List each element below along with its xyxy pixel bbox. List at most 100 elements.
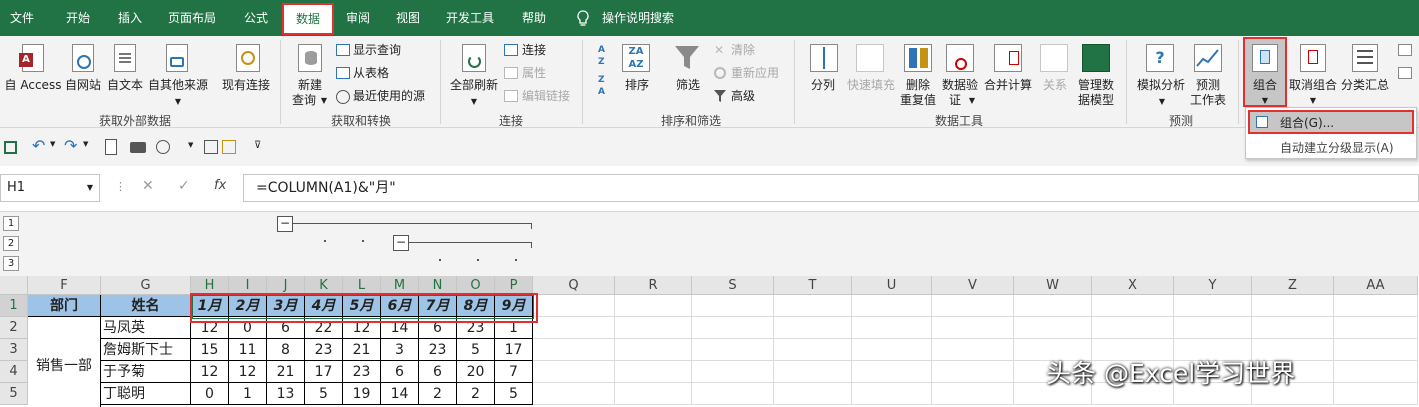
value-cell[interactable]: 0 [191,383,229,405]
tell-me-search[interactable]: 操作说明搜索 [602,0,674,36]
tab-help[interactable]: 帮助 [522,0,546,36]
value-cell[interactable]: 17 [305,361,343,383]
empty-cell[interactable] [932,339,1014,361]
empty-cell[interactable] [533,339,615,361]
empty-cell[interactable] [1334,317,1418,339]
empty-cell[interactable] [692,383,774,405]
redo-icon[interactable]: ↷ [64,136,77,155]
empty-cell[interactable] [1334,383,1418,405]
chevron-down-icon[interactable]: ▼ [318,93,330,108]
recent-sources-button[interactable]: 最近使用的源 [353,89,425,104]
tab-formulas[interactable]: 公式 [244,0,268,36]
name-cell[interactable]: 丁聪明 [101,383,191,405]
manage-data-model-button[interactable]: 管理数 [1074,78,1118,93]
empty-cell[interactable] [1334,361,1418,383]
tab-insert[interactable]: 插入 [118,0,142,36]
auto-outline-menu-item[interactable]: 自动建立分级显示(A) [1280,139,1394,156]
column-header-u[interactable]: U [852,276,932,295]
tab-home[interactable]: 开始 [66,0,90,36]
existing-connections-button[interactable]: 现有连接 [218,78,274,93]
column-header-f[interactable]: F [28,276,101,295]
cancel-icon[interactable]: ✕ [142,178,154,194]
value-cell[interactable]: 5 [495,383,533,405]
value-cell[interactable]: 2 [457,383,495,405]
text-to-columns-button[interactable]: 分列 [806,78,840,93]
camera-icon[interactable] [130,142,146,153]
empty-cell[interactable] [774,295,852,317]
name-box[interactable]: H1 ▼ [0,174,100,202]
value-cell[interactable]: 5 [305,383,343,405]
tab-file[interactable]: 文件 [10,0,34,36]
empty-cell[interactable] [615,339,692,361]
empty-cell[interactable] [692,339,774,361]
connections-button[interactable]: 连接 [522,43,546,58]
value-cell[interactable]: 21 [343,339,381,361]
header-dept-cell[interactable]: 部门 [28,295,101,317]
flash-fill-button[interactable]: 快速填充 [844,78,898,93]
empty-cell[interactable] [1252,295,1334,317]
outline-level-3[interactable]: 3 [3,256,19,271]
value-cell[interactable]: 5 [457,339,495,361]
value-cell[interactable]: 15 [191,339,229,361]
column-header-g[interactable]: G [101,276,191,295]
value-cell[interactable]: 1 [229,383,267,405]
name-cell[interactable]: 于予菊 [101,361,191,383]
tab-review[interactable]: 审阅 [346,0,370,36]
chevron-down-icon[interactable]: ▼ [50,140,55,148]
empty-cell[interactable] [1092,295,1174,317]
value-cell[interactable]: 23 [343,361,381,383]
dept-merged-cell[interactable]: 销售一部 [28,317,101,407]
empty-cell[interactable] [1334,339,1418,361]
value-cell[interactable]: 19 [343,383,381,405]
sort-button[interactable]: 排序 [620,78,654,93]
empty-cell[interactable] [1334,295,1418,317]
column-header-t[interactable]: T [774,276,852,295]
reapply-button[interactable]: 重新应用 [731,66,779,81]
column-header-z[interactable]: Z [1252,276,1334,295]
column-header-y[interactable]: Y [1174,276,1252,295]
chevron-down-icon[interactable]: ▼ [1306,93,1320,108]
empty-cell[interactable] [1092,317,1174,339]
chevron-down-icon[interactable]: ▼ [83,140,88,148]
empty-cell[interactable] [774,317,852,339]
filter-button[interactable]: 筛选 [668,78,708,93]
column-header-s[interactable]: S [692,276,774,295]
empty-cell[interactable] [1014,295,1092,317]
empty-cell[interactable] [692,295,774,317]
formula-input[interactable]: =COLUMN(A1)&"月" [243,174,1419,202]
value-cell[interactable]: 2 [419,383,457,405]
empty-cell[interactable] [852,339,932,361]
empty-cell[interactable] [852,295,932,317]
empty-cell[interactable] [533,317,615,339]
empty-cell[interactable] [533,361,615,383]
subtotal-button[interactable]: 分类汇总 [1338,78,1392,93]
from-text-button[interactable]: 自文本 [104,78,146,93]
row-header-2[interactable]: 2 [0,317,28,339]
value-cell[interactable]: 6 [419,361,457,383]
empty-cell[interactable] [774,383,852,405]
save-icon[interactable] [4,141,17,154]
value-cell[interactable]: 21 [267,361,305,383]
empty-cell[interactable] [932,295,1014,317]
pivot-chart-icon[interactable] [222,140,236,154]
empty-cell[interactable] [1252,317,1334,339]
empty-cell[interactable] [852,361,932,383]
advanced-button[interactable]: 高级 [731,89,755,104]
chevron-down-icon[interactable]: ▼ [966,93,978,108]
header-name-cell[interactable]: 姓名 [101,295,191,317]
name-cell[interactable]: 马凤英 [101,317,191,339]
value-cell[interactable]: 12 [229,361,267,383]
value-cell[interactable]: 23 [419,339,457,361]
enter-icon[interactable]: ✓ [178,178,190,194]
empty-cell[interactable] [692,361,774,383]
collapse-level1-button[interactable]: − [277,216,293,232]
outline-level-1[interactable]: 1 [3,216,19,231]
group-button[interactable]: 组合 [1245,78,1285,93]
print-preview-icon[interactable] [105,139,117,155]
tab-data[interactable]: 数据 [282,3,334,35]
tab-view[interactable]: 视图 [396,0,420,36]
empty-cell[interactable] [1174,295,1252,317]
empty-cell[interactable] [852,317,932,339]
column-header-x[interactable]: X [1092,276,1174,295]
empty-cell[interactable] [1014,317,1092,339]
